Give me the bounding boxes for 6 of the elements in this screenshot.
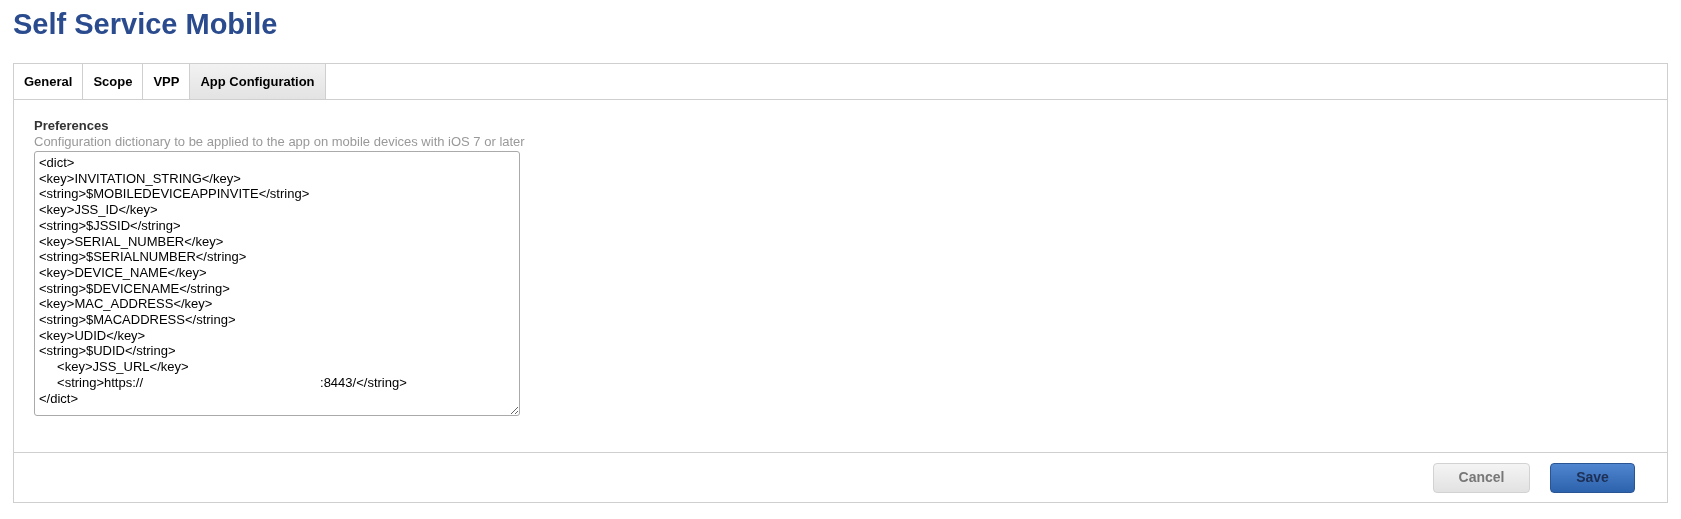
cancel-button[interactable]: Cancel xyxy=(1433,462,1530,493)
field-hint: Configuration dictionary to be applied to the app on mobile devices with iOS 7 or later xyxy=(34,134,525,150)
field-label: Preferences xyxy=(34,118,109,134)
preferences-textarea[interactable]: <dict> <key>INVITATION_STRING</key> <string>$MOBILEDEVICEAPPINVITE</string> <key>JSS_ID</key> <string>$JSSID</string> <key>SERIAL_NUMBER</key> <string>$SERIALNUMBER</string> <key>DEVICE_NAME</key> <string>$DEVICENAME</string> <key>MAC_ADDRESS</key> <string>$MACADDRESS</string> <key>UDID</key> <string>$UDID</string> <key>JSS_URL</key> <string>https:// :8443/</string> </dict> xyxy=(34,151,520,416)
tab[interactable]: App Configuration xyxy=(190,64,326,99)
page-title: Self Service Mobile xyxy=(13,7,278,42)
